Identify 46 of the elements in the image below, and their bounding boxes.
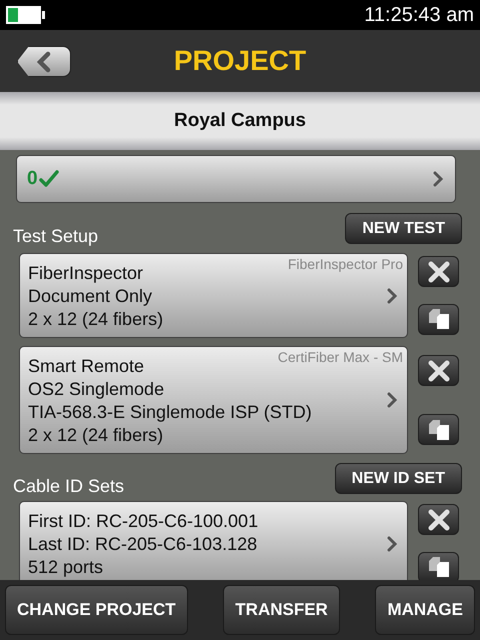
model-label: CertiFiber Max - SM — [278, 349, 403, 365]
battery-icon — [5, 5, 45, 25]
delete-button[interactable] — [418, 504, 459, 536]
close-icon — [428, 260, 450, 283]
card-line: Smart Remote — [28, 355, 144, 378]
new-id-set-button[interactable]: NEW ID SET — [334, 463, 462, 494]
chevron-icon — [433, 171, 443, 187]
copy-icon — [428, 556, 450, 578]
model-label: FiberInspector Pro — [288, 256, 403, 272]
card-line: First ID: RC-205-C6-100.001 — [28, 510, 258, 533]
cable-id-card[interactable]: First ID: RC-205-C6-100.001 Last ID: RC-205-C6-103.128 512 ports — [19, 501, 408, 580]
card-line: Document Only — [28, 285, 152, 308]
action-button[interactable]: TRANSFER — [223, 585, 340, 635]
copy-button[interactable] — [418, 414, 459, 445]
delete-button[interactable] — [418, 256, 459, 288]
back-button[interactable] — [17, 46, 71, 77]
card-line: 2 x 12 (24 fibers) — [28, 424, 164, 447]
card-line: Last ID: RC-205-C6-103.128 — [28, 533, 258, 556]
section-label: Test Setup — [13, 226, 98, 247]
back-icon — [37, 50, 51, 72]
copy-icon — [428, 308, 450, 330]
card-line: TIA-568.3-E Singlemode ISP (STD) — [28, 401, 312, 424]
test-setup-card[interactable]: FiberInspector FiberInspector Pro Document Only 2 x 12 (24 fibers) — [19, 253, 408, 338]
section-label: Cable ID Sets — [13, 476, 124, 497]
clock-time: 11:25:43 am — [364, 4, 474, 26]
check-icon — [38, 170, 59, 188]
result-count: 0 — [27, 168, 38, 190]
action-button[interactable]: CHANGE PROJECT — [5, 585, 188, 635]
test-setup-card[interactable]: Smart Remote CertiFiber Max - SM OS2 Singlemode TIA-568.3-E Singlemode ISP (STD) 2 x 12 (24 fibers) — [19, 346, 408, 454]
delete-button[interactable] — [418, 355, 459, 386]
card-line: OS2 Singlemode — [28, 378, 164, 401]
action-button[interactable]: MANAGE — [375, 585, 475, 635]
page-title: PROJECT — [174, 45, 306, 77]
card-line: 512 ports — [28, 556, 104, 579]
project-name: Royal Campus — [174, 110, 306, 132]
copy-icon — [428, 418, 450, 440]
card-line: FiberInspector — [28, 262, 144, 285]
card-line: 2 x 12 (24 fibers) — [28, 308, 164, 331]
copy-button[interactable] — [418, 552, 459, 580]
close-icon — [428, 508, 450, 531]
copy-button[interactable] — [418, 304, 459, 335]
chevron-icon — [387, 392, 397, 408]
chevron-icon — [387, 288, 397, 304]
new-test-button[interactable]: NEW TEST — [345, 213, 462, 244]
chevron-icon — [387, 536, 397, 552]
close-icon — [428, 360, 450, 382]
